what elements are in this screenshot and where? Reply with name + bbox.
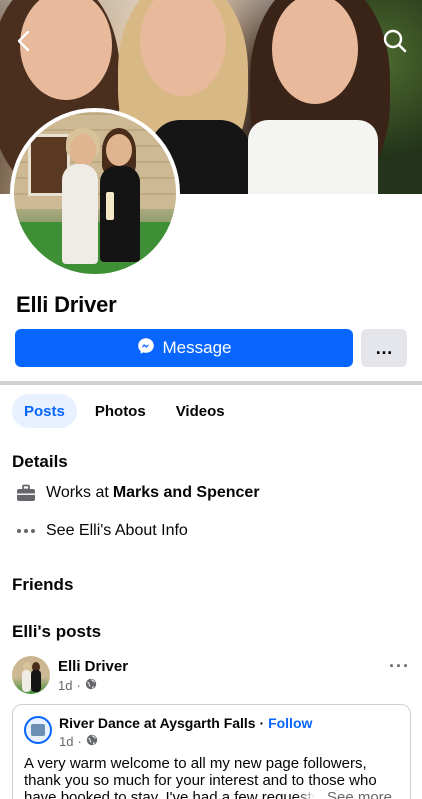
search-icon[interactable] (382, 28, 408, 54)
profile-picture-glass (106, 192, 114, 220)
shared-page-name[interactable]: River Dance at Aysgarth Falls (59, 715, 256, 731)
profile-picture-person1-body (62, 164, 98, 264)
tab-videos[interactable]: Videos (164, 394, 237, 428)
avatar-person2-body (31, 670, 41, 692)
more-options-button[interactable]: … (361, 329, 407, 367)
meta-dot: · (76, 678, 81, 693)
shared-post-card[interactable]: River Dance at Aysgarth Falls · Follow 1… (12, 704, 411, 799)
profile-picture[interactable] (10, 108, 180, 278)
cover-person-right-top (248, 120, 378, 194)
profile-picture-person1-face (70, 134, 96, 166)
about-info-link[interactable]: See Elli's About Info (46, 522, 188, 540)
tab-photos[interactable]: Photos (83, 394, 158, 428)
work-place-link[interactable]: Marks and Spencer (113, 484, 260, 502)
about-info-row[interactable]: See Elli's About Info (14, 519, 188, 543)
message-button-label: Message (162, 338, 232, 357)
post-options-button[interactable]: ··· (389, 656, 410, 677)
profile-name: Elli Driver (16, 292, 117, 317)
post-author-avatar[interactable] (12, 656, 50, 694)
details-heading: Details (12, 452, 68, 471)
post-author-name[interactable]: Elli Driver (58, 658, 128, 675)
profile-picture-image (14, 112, 176, 274)
work-detail: Works at Marks and Spencer (14, 481, 260, 505)
globe-icon (85, 678, 97, 693)
messenger-icon (137, 337, 155, 360)
posts-heading: Elli's posts (12, 622, 102, 641)
profile-tabs: Posts Photos Videos (12, 394, 237, 428)
briefcase-icon (14, 481, 38, 505)
shared-post-time[interactable]: 1d (59, 734, 73, 749)
back-chevron-icon[interactable] (12, 28, 38, 54)
shared-page-avatar[interactable] (24, 716, 52, 744)
friends-heading: Friends (12, 575, 74, 594)
see-more-link[interactable]: ... See more (296, 789, 392, 799)
more-horizontal-icon (14, 519, 38, 543)
post-meta: 1d · (58, 678, 97, 693)
profile-picture-person2-face (106, 134, 132, 166)
post-header: Elli Driver 1d · ··· (12, 656, 412, 696)
shared-page-avatar-image (31, 724, 45, 736)
section-divider (0, 381, 422, 385)
title-separator: · (255, 715, 269, 731)
message-button[interactable]: Message (15, 329, 353, 367)
follow-button[interactable]: Follow (268, 715, 312, 731)
shared-page-title: River Dance at Aysgarth Falls · Follow (59, 715, 312, 731)
work-prefix: Works at (46, 484, 109, 501)
shared-post-meta: 1d · (59, 734, 98, 749)
avatar-person1-body (22, 670, 31, 692)
post-time[interactable]: 1d (58, 678, 72, 693)
meta-dot: · (77, 734, 82, 749)
tab-posts[interactable]: Posts (12, 394, 77, 428)
globe-icon (86, 734, 98, 749)
